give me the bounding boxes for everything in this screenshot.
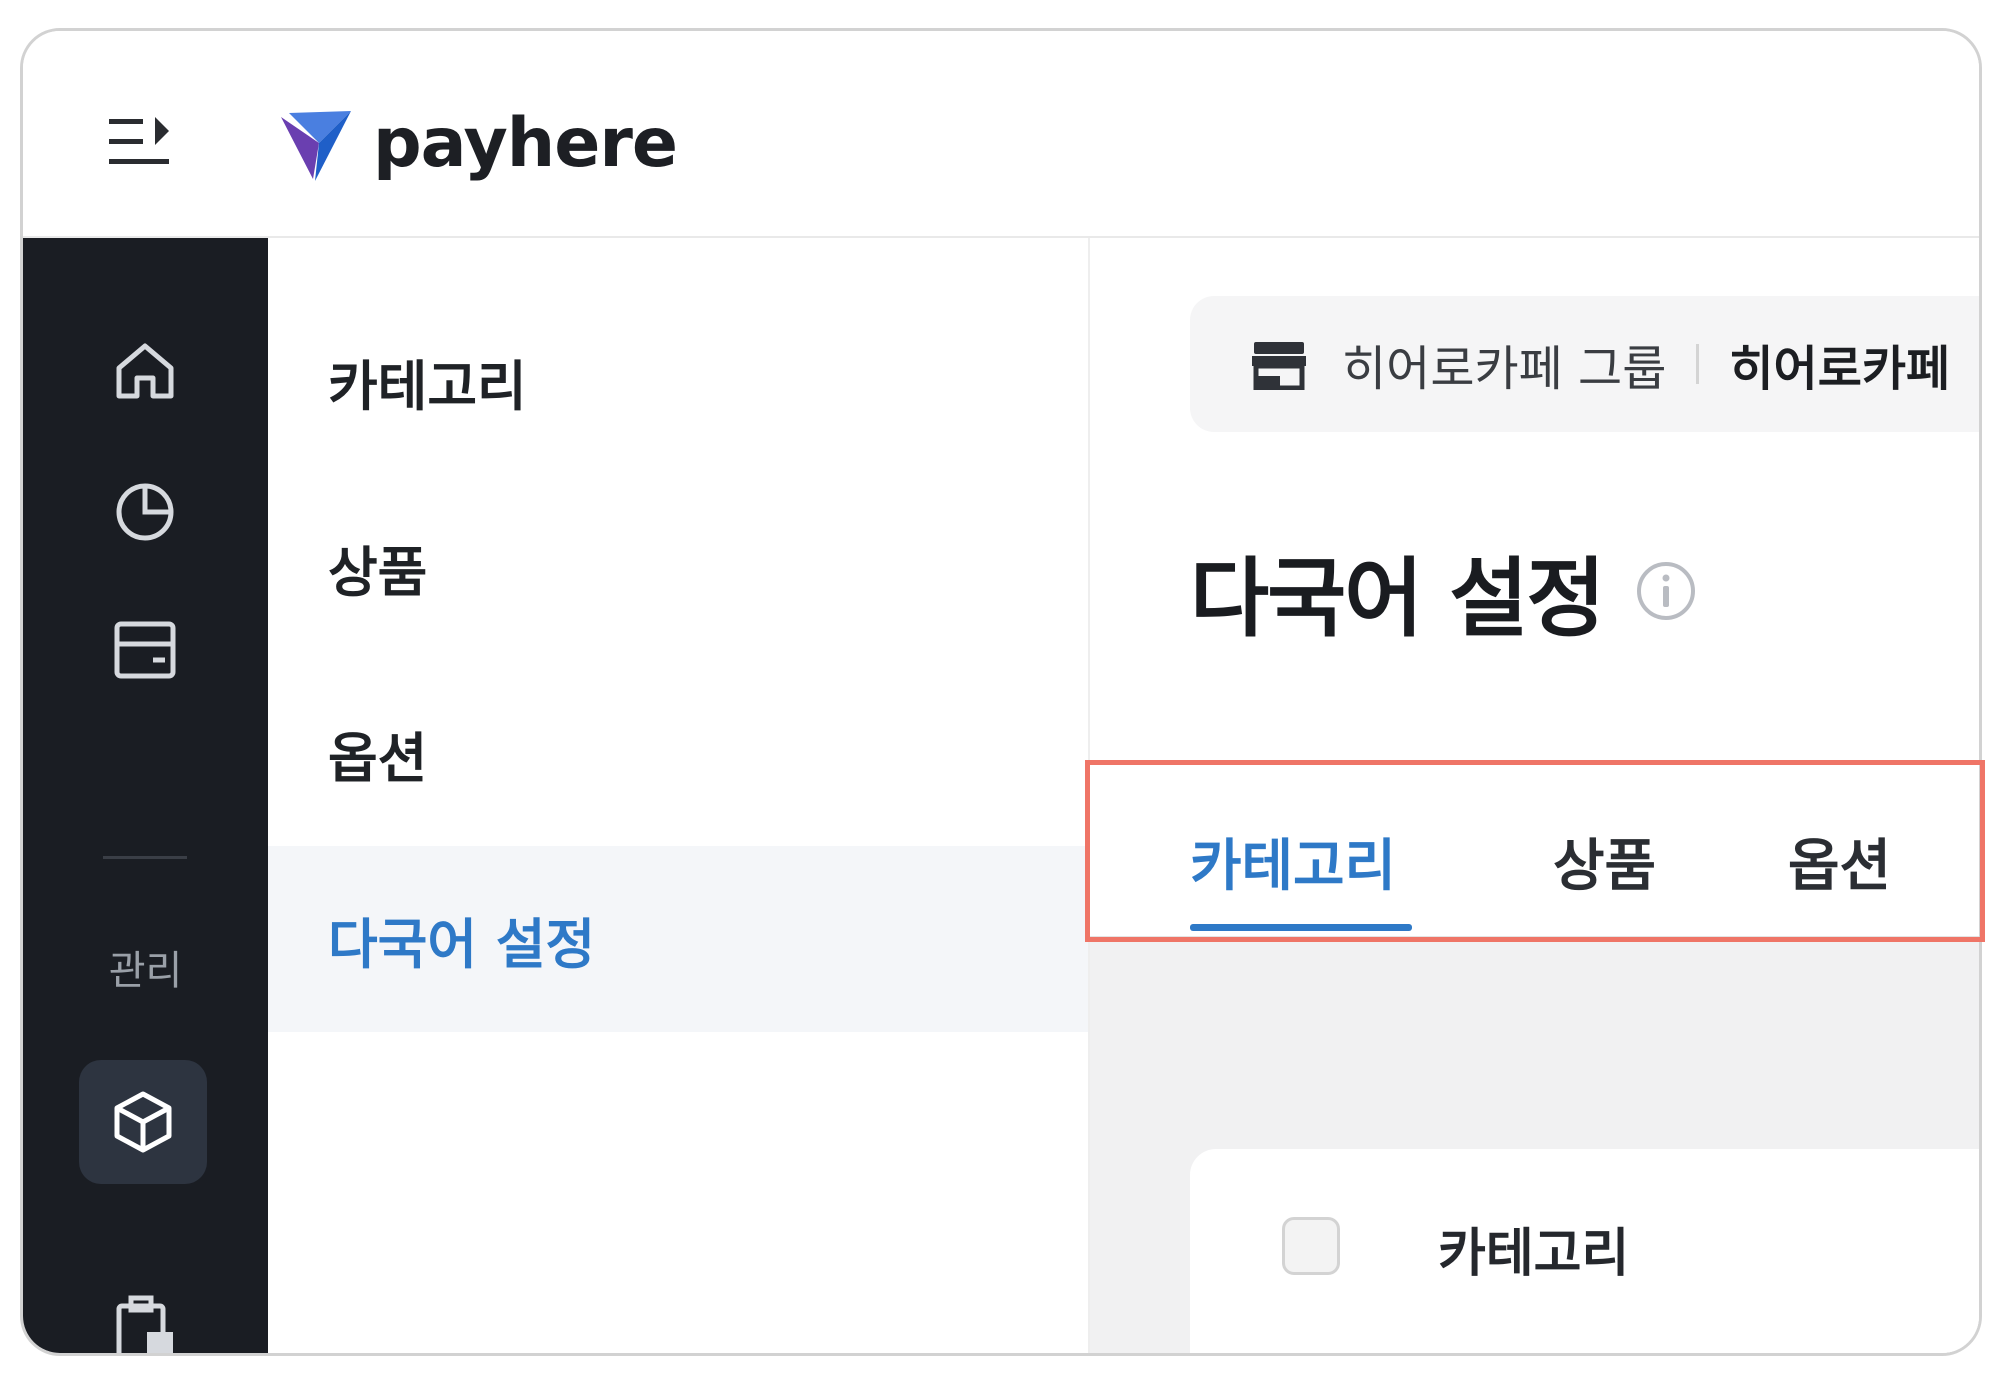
store-icon (1252, 342, 1306, 390)
page-title: 다국어 설정 (1190, 549, 1606, 649)
content-area: 카테고리 (1090, 939, 1979, 1353)
breadcrumb-separator (1696, 344, 1700, 384)
logo-mark-icon (281, 111, 351, 181)
active-tab-indicator (1190, 924, 1412, 931)
tab-bar: 카테고리 상품 옵션 (1090, 786, 1979, 939)
page-title-row: 다국어 설정 (1190, 528, 1698, 653)
store-selector[interactable]: 히어로카페 그룹 히어로카페 (1190, 296, 1979, 432)
sub-navigation: 카테고리 상품 옵션 다국어 설정 (268, 238, 1090, 1353)
logo-text: payhere (373, 103, 678, 183)
submenu-item-category[interactable]: 카테고리 (268, 288, 1088, 474)
icon-rail: 관리 (23, 238, 268, 1353)
column-header-category: 카테고리 (1438, 1224, 1630, 1284)
clipboard-icon[interactable] (105, 1288, 185, 1353)
main-content: 히어로카페 그룹 히어로카페 다국어 설정 카테고리 상품 옵션 카테고리 (1090, 238, 1979, 1353)
logo[interactable]: payhere (275, 93, 678, 193)
translation-table-card: 카테고리 (1190, 1149, 1979, 1353)
submenu-item-multilanguage[interactable]: 다국어 설정 (268, 846, 1088, 1032)
store-name: 히어로카페 (1729, 341, 1951, 397)
box-icon (114, 1091, 172, 1153)
submenu-item-option[interactable]: 옵션 (268, 660, 1088, 846)
app-window: payhere 관리 카테고리 상품 옵션 다국어 설정 히어로카페 그룹 히어… (20, 28, 1982, 1356)
rail-section-label: 관리 (108, 948, 183, 994)
top-header: payhere (23, 31, 1979, 238)
tab-option[interactable]: 옵션 (1788, 786, 1891, 936)
home-icon[interactable] (105, 330, 185, 410)
card-icon[interactable] (105, 610, 185, 690)
select-all-checkbox[interactable] (1282, 1217, 1340, 1275)
tab-category[interactable]: 카테고리 (1190, 786, 1396, 936)
submenu-item-product[interactable]: 상품 (268, 474, 1088, 660)
store-group-name: 히어로카페 그룹 (1342, 341, 1667, 397)
info-icon[interactable] (1634, 559, 1698, 623)
rail-divider (103, 856, 187, 859)
chart-pie-icon[interactable] (105, 470, 185, 550)
product-management-nav[interactable] (79, 1060, 207, 1184)
menu-collapse-icon[interactable] (105, 109, 177, 173)
tab-product[interactable]: 상품 (1553, 786, 1656, 936)
